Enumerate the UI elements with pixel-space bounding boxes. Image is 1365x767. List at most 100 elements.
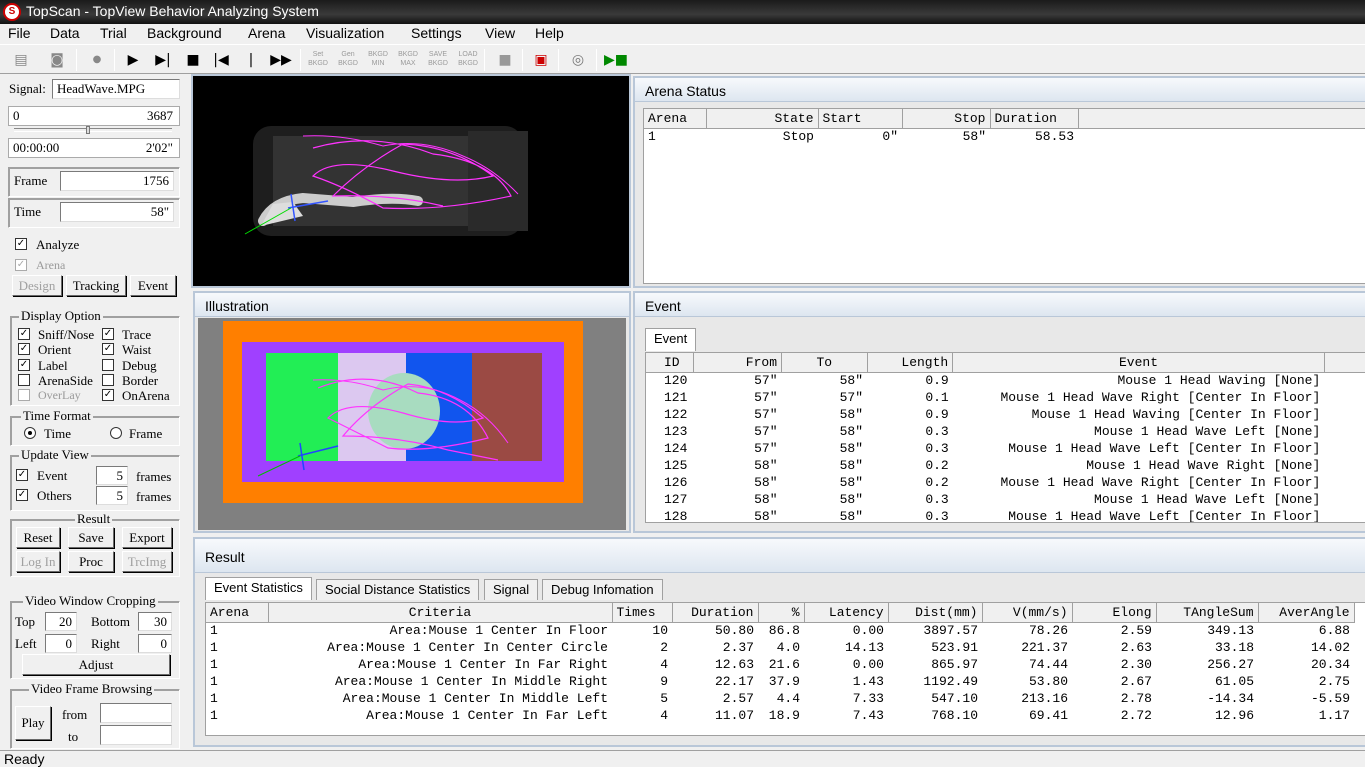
- table-row[interactable]: 126 58" 58" 0.2 Mouse 1 Head Wave Right [Cen…: [646, 474, 1365, 491]
- col-latency[interactable]: Latency: [804, 603, 889, 623]
- col-state[interactable]: State: [706, 109, 819, 129]
- col-dist-mm[interactable]: Dist(mm): [888, 603, 983, 623]
- table-row[interactable]: 127 58" 58" 0.3 Mouse 1 Head Wave Left [None…: [646, 491, 1365, 508]
- col-tanglesum[interactable]: TAngleSum: [1156, 603, 1259, 623]
- col-[interactable]: %: [758, 603, 805, 623]
- bkgd-max-button[interactable]: BKGD MAX: [397, 50, 419, 70]
- arenaside-checkbox[interactable]: [18, 374, 30, 386]
- trace-checkbox[interactable]: ✓: [102, 328, 114, 340]
- gray-box-icon[interactable]: ■: [494, 50, 516, 70]
- table-row[interactable]: 122 57" 58" 0.9 Mouse 1 Head Waving [Center …: [646, 406, 1365, 423]
- tab-social-distance-statistics[interactable]: Social Distance Statistics: [316, 579, 480, 600]
- onarena-checkbox[interactable]: ✓: [102, 389, 114, 401]
- tracking-button[interactable]: Tracking: [66, 275, 126, 296]
- table-row[interactable]: 125 58" 58" 0.2 Mouse 1 Head Wave Right [Non…: [646, 457, 1365, 474]
- debug-checkbox[interactable]: [102, 359, 114, 371]
- col-v-mm-s[interactable]: V(mm/s): [982, 603, 1073, 623]
- position-slider[interactable]: [14, 128, 172, 132]
- event-button[interactable]: Event: [130, 275, 176, 296]
- load-bkgd-button[interactable]: LOAD BKGD: [457, 50, 479, 70]
- bkgd-min-button[interactable]: BKGD MIN: [367, 50, 389, 70]
- adjust-button[interactable]: Adjust: [22, 654, 170, 675]
- slider-thumb[interactable]: [86, 126, 90, 134]
- table-row[interactable]: 123 57" 58" 0.3 Mouse 1 Head Wave Left [None…: [646, 423, 1365, 440]
- rewind-icon[interactable]: |◀◀: [240, 50, 262, 88]
- tab-debug-information[interactable]: Debug Infomation: [542, 579, 663, 600]
- camera-icon[interactable]: ◙: [46, 50, 68, 70]
- stop-icon[interactable]: ■: [182, 50, 204, 70]
- sniff-nose-checkbox[interactable]: ✓: [18, 328, 30, 340]
- table-row[interactable]: 1 Stop 0" 58" 58.53: [644, 128, 1365, 145]
- col-start[interactable]: Start: [818, 109, 903, 129]
- col-times[interactable]: Times: [612, 603, 673, 623]
- step-back-icon[interactable]: |◀: [210, 50, 232, 70]
- table-row[interactable]: 1 Area:Mouse 1 Center In Middle Left 5 2.57…: [206, 690, 1354, 707]
- tab-event-statistics[interactable]: Event Statistics: [205, 577, 312, 600]
- table-row[interactable]: 1 Area:Mouse 1 Center In Far Left 4 11.07 18…: [206, 707, 1354, 724]
- update-event-checkbox[interactable]: ✓: [16, 469, 28, 481]
- table-row[interactable]: 1 Area:Mouse 1 Center In Center Circle 2 2.…: [206, 639, 1354, 656]
- col-duration[interactable]: Duration: [990, 109, 1079, 129]
- menu-file[interactable]: File: [8, 25, 31, 41]
- tab-signal[interactable]: Signal: [484, 579, 539, 600]
- crop-left-input[interactable]: 0: [45, 634, 77, 653]
- analyze-checkbox[interactable]: ✓: [15, 238, 27, 250]
- video-camera-icon[interactable]: ▶■: [604, 50, 628, 70]
- set-bkgd-button[interactable]: Set BKGD: [307, 50, 329, 70]
- calendar-icon[interactable]: ▣: [530, 50, 552, 70]
- table-row[interactable]: 128 58" 58" 0.3 Mouse 1 Head Wave Left [Cent…: [646, 508, 1365, 522]
- col-averangle[interactable]: AverAngle: [1258, 603, 1355, 623]
- menu-view[interactable]: View: [485, 25, 515, 41]
- record-icon[interactable]: ●: [86, 50, 108, 70]
- update-others-frames-input[interactable]: 5: [96, 486, 128, 505]
- table-row[interactable]: 1 Area:Mouse 1 Center In Floor 10 50.80 86.8…: [206, 622, 1354, 639]
- col-criteria[interactable]: Criteria: [268, 603, 613, 623]
- col-arena[interactable]: Arena: [206, 603, 269, 623]
- table-row[interactable]: 124 57" 58" 0.3 Mouse 1 Head Wave Left [Cent…: [646, 440, 1365, 457]
- time-format-frame-radio[interactable]: [110, 427, 122, 439]
- menu-visualization[interactable]: Visualization: [306, 25, 384, 41]
- save-button[interactable]: Save: [68, 527, 114, 548]
- col-event[interactable]: Event: [952, 353, 1325, 373]
- col-duration[interactable]: Duration: [672, 603, 759, 623]
- update-event-frames-input[interactable]: 5: [96, 466, 128, 485]
- gen-bkgd-button[interactable]: Gen BKGD: [337, 50, 359, 70]
- crop-right-input[interactable]: 0: [138, 634, 172, 653]
- reset-button[interactable]: Reset: [16, 527, 60, 548]
- save-bkgd-button[interactable]: SAVE BKGD: [427, 50, 449, 70]
- play-button[interactable]: Play: [15, 706, 51, 740]
- export-button[interactable]: Export: [122, 527, 172, 548]
- menu-data[interactable]: Data: [50, 25, 80, 41]
- table-row[interactable]: 121 57" 57" 0.1 Mouse 1 Head Wave Right [Cen…: [646, 389, 1365, 406]
- open-file-icon[interactable]: ▤: [10, 50, 32, 70]
- play-icon[interactable]: ▶: [122, 50, 144, 70]
- menu-trial[interactable]: Trial: [100, 25, 127, 41]
- waist-checkbox[interactable]: ✓: [102, 343, 114, 355]
- border-checkbox[interactable]: [102, 374, 114, 386]
- col-stop[interactable]: Stop: [902, 109, 991, 129]
- tab-event[interactable]: Event: [645, 328, 697, 351]
- table-row[interactable]: 120 57" 58" 0.9 Mouse 1 Head Waving [None]: [646, 372, 1365, 389]
- proc-button[interactable]: Proc: [68, 551, 114, 572]
- menu-help[interactable]: Help: [535, 25, 564, 41]
- label-checkbox[interactable]: ✓: [18, 359, 30, 371]
- illustration-svg[interactable]: [198, 318, 626, 530]
- signal-field[interactable]: HeadWave.MPG: [52, 79, 180, 99]
- col-arena[interactable]: Arena: [644, 109, 707, 129]
- to-input[interactable]: [100, 725, 172, 745]
- crop-top-input[interactable]: 20: [45, 612, 77, 631]
- menu-background[interactable]: Background: [147, 25, 222, 41]
- table-row[interactable]: 1 Area:Mouse 1 Center In Far Right 4 12.63 2…: [206, 656, 1354, 673]
- target-icon[interactable]: ◎: [567, 50, 589, 70]
- time-format-time-radio[interactable]: [24, 427, 36, 439]
- col-from[interactable]: From: [693, 353, 783, 373]
- orient-checkbox[interactable]: ✓: [18, 343, 30, 355]
- step-forward-icon[interactable]: ▶|: [152, 50, 174, 70]
- fast-forward-icon[interactable]: ▶▶: [270, 50, 292, 70]
- crop-bottom-input[interactable]: 30: [138, 612, 172, 631]
- col-to[interactable]: To: [781, 353, 868, 373]
- col-elong[interactable]: Elong: [1072, 603, 1157, 623]
- update-others-checkbox[interactable]: ✓: [16, 489, 28, 501]
- menu-settings[interactable]: Settings: [411, 25, 462, 41]
- video-view[interactable]: [191, 74, 631, 288]
